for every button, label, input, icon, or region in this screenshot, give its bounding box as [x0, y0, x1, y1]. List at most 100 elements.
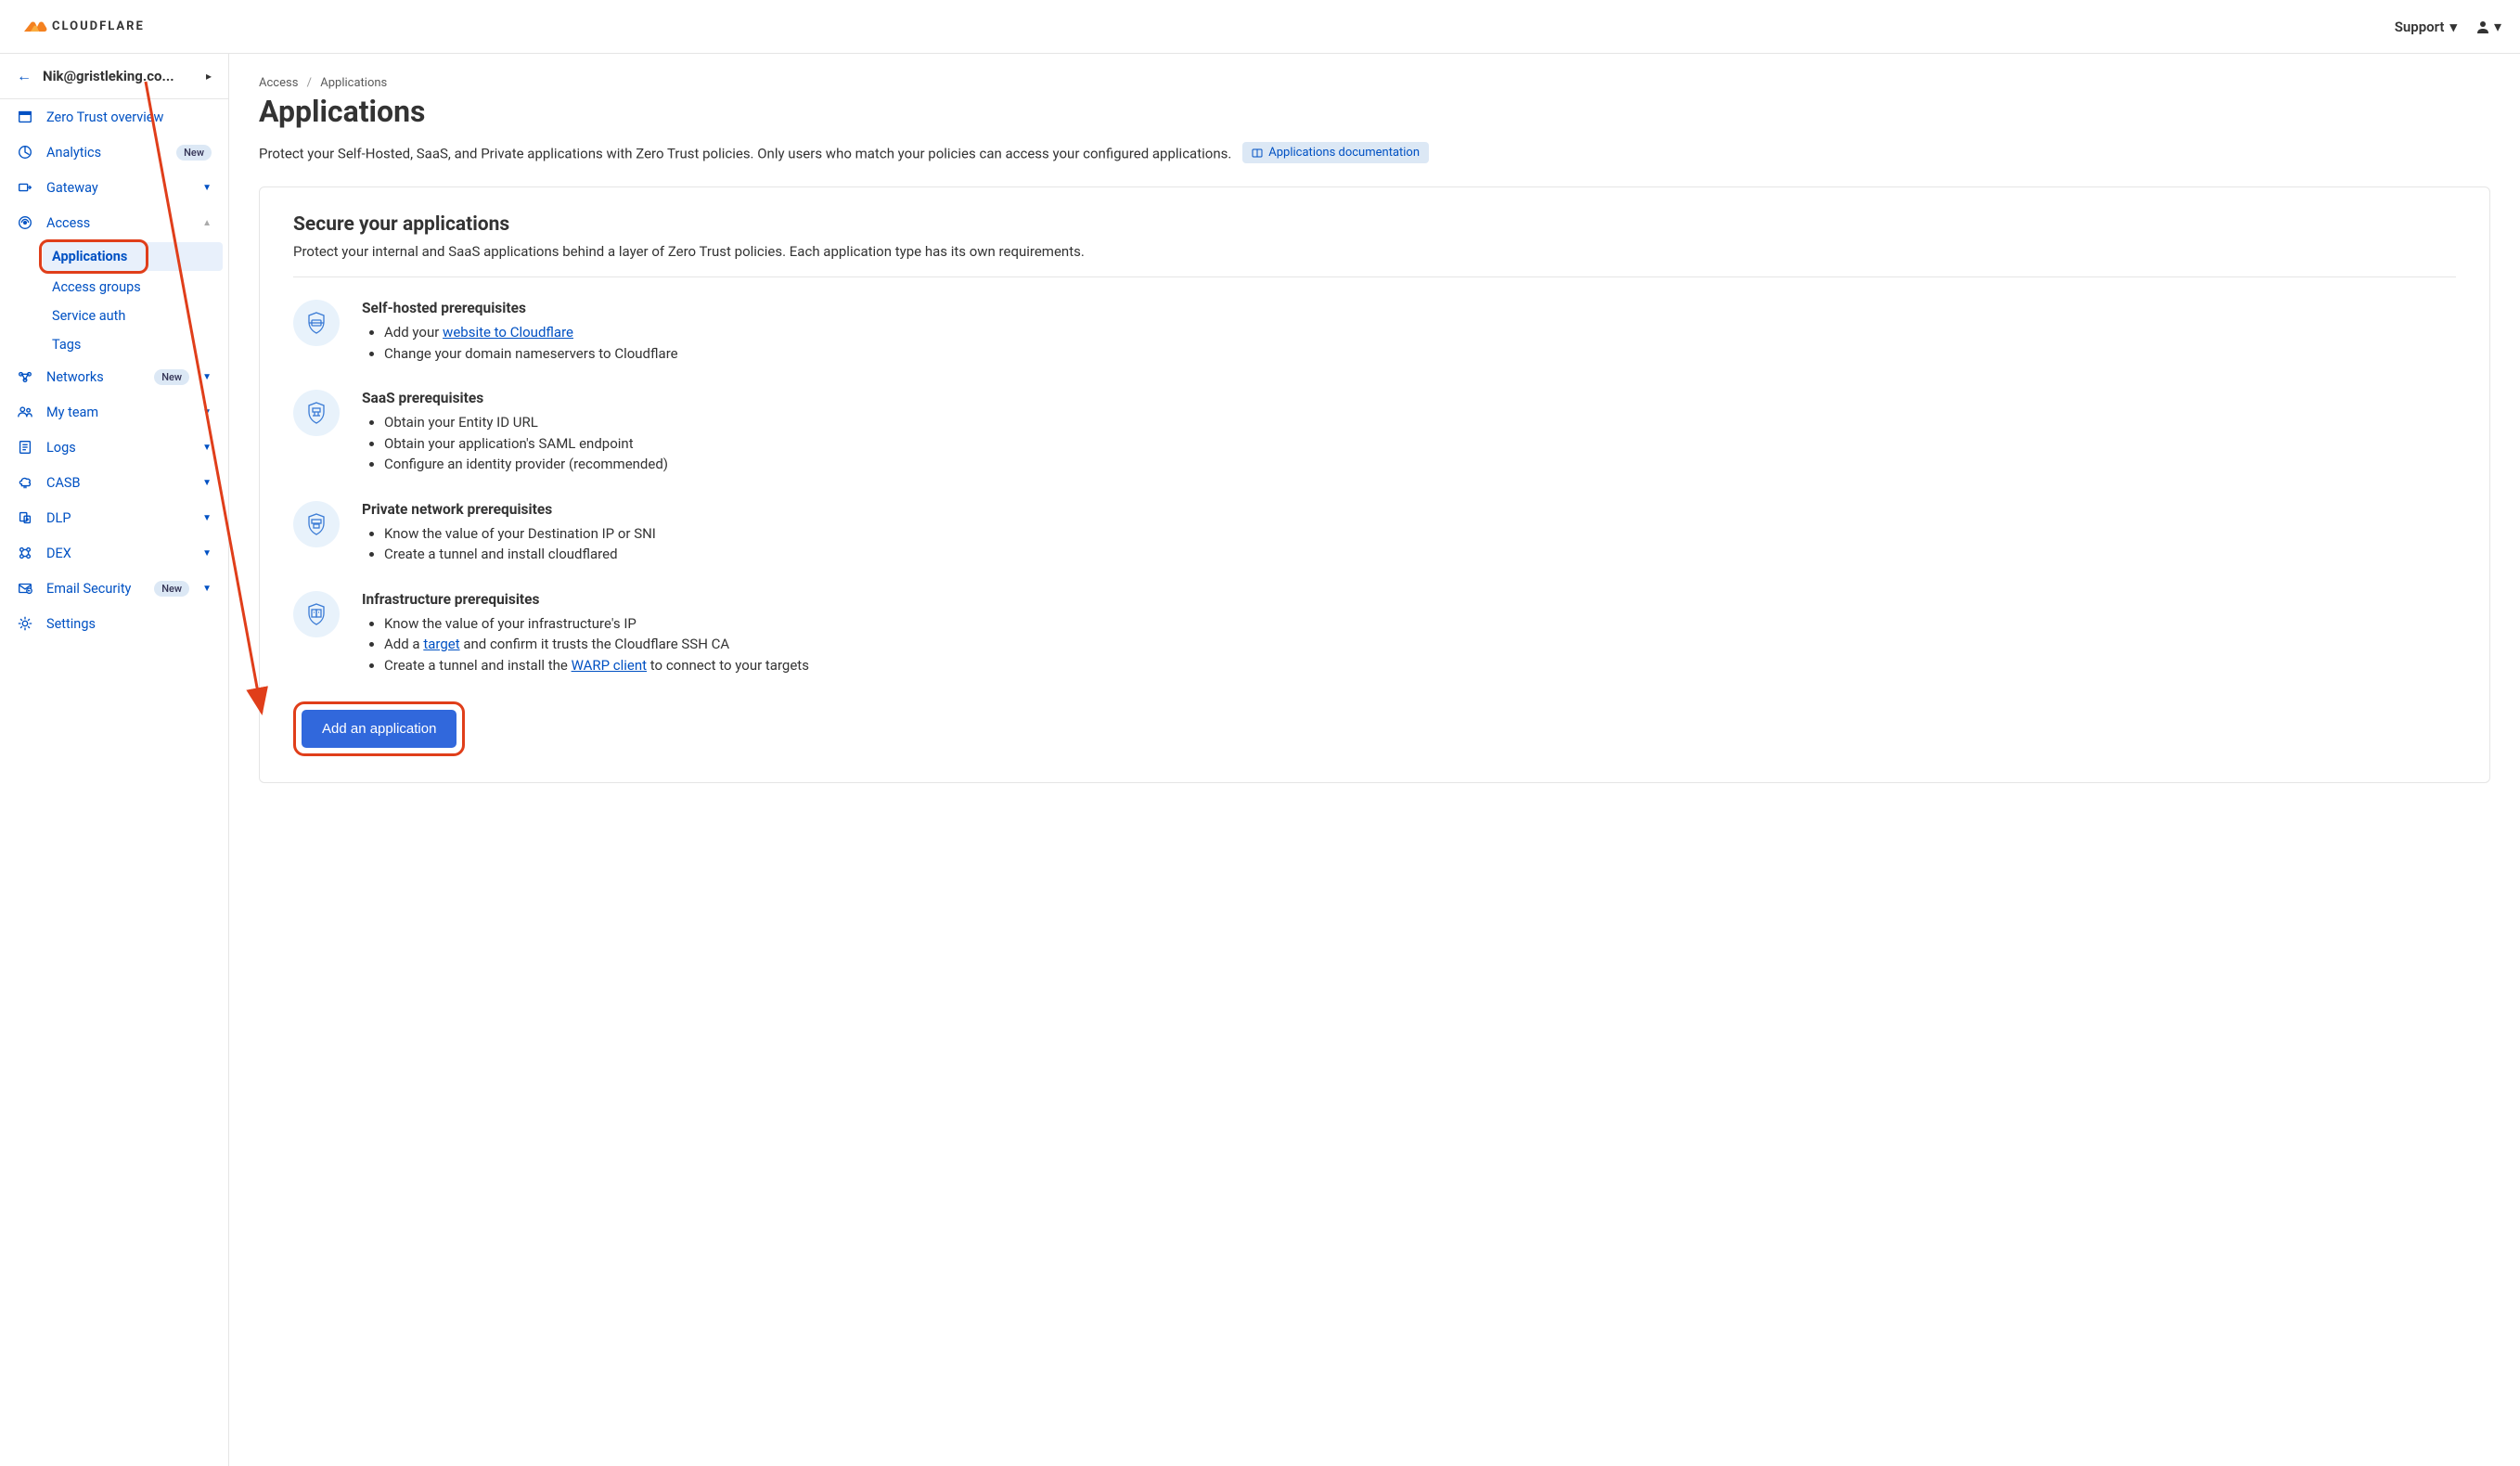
subnav-tags[interactable]: Tags: [0, 330, 228, 359]
chevron-up-icon: ▲: [202, 218, 212, 228]
access-icon: [17, 214, 33, 231]
email-icon: [17, 580, 33, 597]
chevron-down-icon: ▼: [202, 183, 212, 193]
support-label: Support: [2395, 19, 2445, 35]
breadcrumb-root[interactable]: Access: [259, 76, 298, 90]
sidebar-item-dlp[interactable]: DLP ▼: [0, 500, 228, 535]
prereq-section: Infrastructure prerequisites Know the val…: [293, 591, 2456, 676]
dlp-icon: [17, 509, 33, 526]
prereq-title: Private network prerequisites: [362, 501, 656, 518]
support-link[interactable]: Support ▾: [2395, 19, 2457, 35]
nav-label: Zero Trust overview: [46, 109, 212, 125]
prereq-item: Obtain your Entity ID URL: [384, 412, 668, 433]
chevron-down-icon: ▼: [202, 513, 212, 523]
casb-icon: [17, 474, 33, 491]
prereq-item: Create a tunnel and install cloudflared: [384, 544, 656, 565]
doc-badge[interactable]: Applications documentation: [1242, 142, 1429, 163]
prereq-item: Know the value of your infrastructure's …: [384, 613, 809, 635]
sidebar-item-casb[interactable]: CASB ▼: [0, 465, 228, 500]
sidebar: ← Nik@gristleking.co... ▸ Zero Trust ove…: [0, 54, 229, 1466]
sidebar-item-overview[interactable]: Zero Trust overview: [0, 99, 228, 135]
logo[interactable]: CLOUDFLARE: [19, 17, 145, 37]
chevron-down-icon: ▼: [202, 407, 212, 418]
main-content: Access / Applications Applications Prote…: [229, 54, 2520, 1466]
breadcrumb: Access / Applications: [259, 76, 2490, 90]
subnav-label: Tags: [52, 337, 81, 353]
prereq-title: SaaS prerequisites: [362, 390, 668, 406]
prereq-section: Self-hosted prerequisites Add your websit…: [293, 300, 2456, 364]
home-icon: [17, 109, 33, 125]
add-application-button[interactable]: Add an application: [302, 710, 456, 748]
prereq-item: Change your domain nameservers to Cloudf…: [384, 343, 678, 365]
subnav-applications[interactable]: Applications: [43, 242, 223, 271]
nav-label: Networks: [46, 369, 141, 385]
subnav-label: Applications: [52, 249, 127, 264]
shield-icon: [293, 501, 340, 547]
nav-label: Analytics: [46, 145, 163, 161]
subnav-access-groups[interactable]: Access groups: [0, 273, 228, 302]
user-menu[interactable]: ▾: [2475, 18, 2501, 35]
shield-icon: [293, 591, 340, 637]
sidebar-item-logs[interactable]: Logs ▼: [0, 430, 228, 465]
account-name: Nik@gristleking.co...: [43, 68, 174, 84]
chevron-down-icon: ▼: [202, 548, 212, 559]
nav-label: Settings: [46, 616, 212, 632]
sidebar-item-networks[interactable]: Networks New ▼: [0, 359, 228, 394]
breadcrumb-separator: /: [307, 76, 312, 90]
nav-label: Logs: [46, 440, 189, 456]
card-subtitle: Protect your internal and SaaS applicati…: [293, 243, 2456, 260]
chevron-down-icon: ▼: [202, 372, 212, 382]
prereq-title: Self-hosted prerequisites: [362, 300, 678, 316]
subnav-service-auth[interactable]: Service auth: [0, 302, 228, 330]
account-selector[interactable]: ← Nik@gristleking.co... ▸: [0, 54, 228, 99]
chevron-down-icon: ▾: [2449, 19, 2457, 35]
cloudflare-logo-icon: [19, 17, 48, 37]
divider: [293, 276, 2456, 277]
shield-icon: [293, 390, 340, 436]
networks-icon: [17, 368, 33, 385]
annotation-highlight-button: Add an application: [293, 701, 465, 756]
nav-label: Gateway: [46, 180, 189, 196]
chevron-down-icon: ▾: [2494, 18, 2501, 35]
chart-icon: [17, 144, 33, 161]
header: CLOUDFLARE Support ▾ ▾: [0, 0, 2520, 54]
sidebar-item-access[interactable]: Access ▲: [0, 205, 228, 240]
brand-text: CLOUDFLARE: [52, 19, 145, 33]
sidebar-item-dex[interactable]: DEX ▼: [0, 535, 228, 571]
page-description: Protect your Self-Hosted, SaaS, and Priv…: [259, 146, 1231, 162]
new-badge: New: [154, 369, 189, 385]
new-badge: New: [176, 145, 212, 161]
team-icon: [17, 404, 33, 420]
shield-icon: [293, 300, 340, 346]
sidebar-item-analytics[interactable]: Analytics New: [0, 135, 228, 170]
sidebar-item-gateway[interactable]: Gateway ▼: [0, 170, 228, 205]
prereq-title: Infrastructure prerequisites: [362, 591, 809, 608]
gateway-icon: [17, 179, 33, 196]
sidebar-item-email-security[interactable]: Email Security New ▼: [0, 571, 228, 606]
nav-label: CASB: [46, 475, 189, 491]
prereq-item: Add a target and confirm it trusts the C…: [384, 634, 809, 655]
chevron-down-icon: ▼: [202, 584, 212, 594]
prereq-item: Know the value of your Destination IP or…: [384, 523, 656, 545]
prereq-item: Configure an identity provider (recommen…: [384, 454, 668, 475]
doc-badge-label: Applications documentation: [1268, 146, 1420, 160]
subnav-label: Service auth: [52, 308, 125, 324]
page-title: Applications: [259, 94, 2490, 129]
sidebar-item-settings[interactable]: Settings: [0, 606, 228, 641]
nav-label: Email Security: [46, 581, 141, 597]
nav-label: DEX: [46, 546, 189, 561]
chevron-down-icon: ▼: [202, 478, 212, 488]
sidebar-item-my-team[interactable]: My team ▼: [0, 394, 228, 430]
chevron-down-icon: ▼: [202, 443, 212, 453]
link[interactable]: website to Cloudflare: [443, 324, 573, 341]
link[interactable]: WARP client: [572, 657, 648, 674]
prereq-item: Add your website to Cloudflare: [384, 322, 678, 343]
link[interactable]: target: [423, 636, 459, 652]
card-title: Secure your applications: [293, 213, 2456, 236]
secure-card: Secure your applications Protect your in…: [259, 186, 2490, 783]
book-icon: [1252, 148, 1263, 159]
subnav-label: Access groups: [52, 279, 141, 295]
prereq-item: Obtain your application's SAML endpoint: [384, 433, 668, 455]
nav-label: Access: [46, 215, 189, 231]
chevron-right-icon: ▸: [206, 70, 212, 83]
